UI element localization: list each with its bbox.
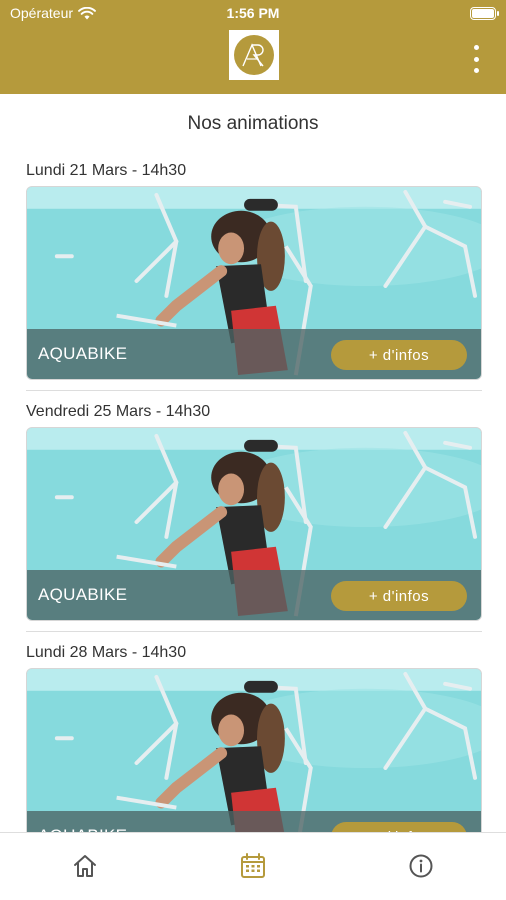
info-icon[interactable] (406, 851, 436, 881)
battery-icon (470, 7, 499, 20)
home-icon[interactable] (70, 851, 100, 881)
divider (26, 390, 482, 391)
divider (26, 631, 482, 632)
event-item: Vendredi 25 Mars - 14h30 AQUABIKE + d'in… (26, 401, 482, 621)
status-time: 1:56 PM (226, 5, 280, 21)
bottom-tab-bar (0, 832, 506, 900)
calendar-icon[interactable] (238, 851, 268, 881)
event-date: Lundi 28 Mars - 14h30 (26, 644, 187, 661)
app-header: Opérateur 1:56 PM (0, 0, 506, 94)
event-name: AQUABIKE (38, 585, 128, 604)
event-item: Lundi 21 Mars - 14h30 AQUABIKE + d'infos (26, 160, 482, 380)
event-card[interactable]: AQUABIKE + d'infos (26, 427, 482, 621)
event-card[interactable]: AQUABIKE + d'infos (26, 186, 482, 380)
page-title: Nos animations (187, 113, 319, 134)
event-name: AQUABIKE (38, 344, 128, 363)
more-info-button[interactable]: + d'infos (331, 340, 467, 370)
event-banner: AQUABIKE + d'infos (27, 329, 481, 379)
event-date: Vendredi 25 Mars - 14h30 (26, 403, 211, 420)
event-banner: AQUABIKE + d'infos (27, 570, 481, 620)
ar-monogram-logo[interactable] (229, 30, 279, 80)
more-vertical-icon[interactable] (470, 45, 482, 73)
more-info-button[interactable]: + d'infos (331, 581, 467, 611)
event-item: Lundi 28 Mars - 14h30 (26, 642, 482, 862)
status-bar: Opérateur 1:56 PM (0, 0, 506, 28)
event-date: Lundi 21 Mars - 14h30 (26, 162, 187, 179)
